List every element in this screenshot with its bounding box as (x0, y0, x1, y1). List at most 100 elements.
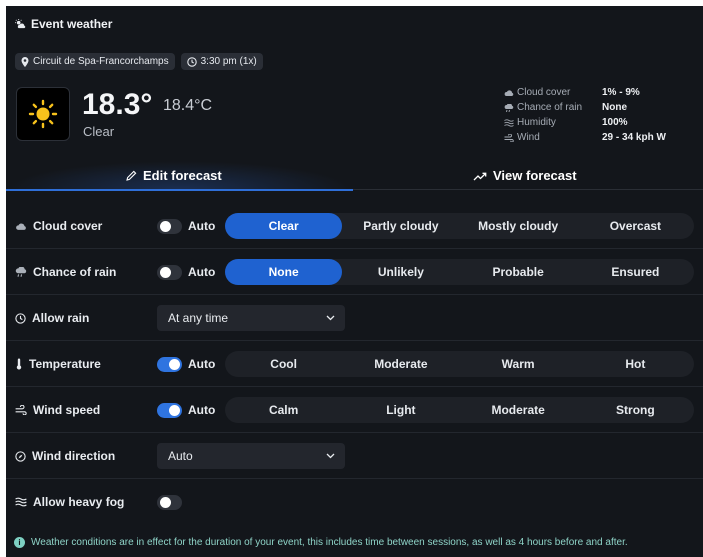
rain-cloud-icon (15, 267, 27, 277)
row-label-text: Allow rain (32, 311, 90, 325)
location-pin-icon (21, 56, 29, 67)
cloud-icon (504, 89, 514, 97)
tab-view-forecast[interactable]: View forecast (473, 161, 577, 190)
row-label-text: Wind direction (32, 449, 116, 463)
row-label-text: Chance of rain (33, 265, 117, 279)
temperature-selector: Cool Moderate Warm Hot (225, 351, 694, 377)
stat-label-text: Humidity (517, 117, 556, 128)
time-chip: 3:30 pm (1x) (180, 53, 263, 70)
trend-up-icon (473, 171, 487, 181)
temperature-auto-toggle[interactable] (157, 357, 182, 372)
panel-title: Event weather (15, 17, 112, 31)
active-tab-indicator (6, 189, 353, 191)
stat-value: None (602, 102, 627, 113)
row-label-text: Allow heavy fog (33, 495, 125, 509)
stat-chance-of-rain: Chance of rain None (504, 100, 666, 115)
option-none[interactable]: None (225, 259, 343, 285)
fog-icon (15, 497, 27, 507)
option-light[interactable]: Light (342, 397, 459, 423)
auto-label: Auto (188, 357, 216, 371)
tab-edit-forecast[interactable]: Edit forecast (126, 161, 222, 190)
cloud-icon (15, 222, 27, 231)
wind-direction-dropdown[interactable]: Auto (157, 443, 345, 469)
cloud-cover-selector: Clear Partly cloudy Mostly cloudy Overca… (225, 213, 694, 239)
sun-cloud-icon (15, 18, 26, 30)
option-moderate[interactable]: Moderate (460, 397, 577, 423)
weather-stats: Cloud cover 1% - 9% Chance of rain None … (504, 85, 666, 145)
wind-speed-selector: Calm Light Moderate Strong (225, 397, 694, 423)
dropdown-value: Auto (168, 449, 193, 463)
stat-cloud-cover: Cloud cover 1% - 9% (504, 85, 666, 100)
allow-rain-row: Allow rain At any time (6, 295, 703, 341)
auto-label: Auto (188, 403, 216, 417)
auto-label: Auto (188, 219, 216, 233)
option-clear[interactable]: Clear (225, 213, 343, 239)
stat-wind: Wind 29 - 34 kph W (504, 130, 666, 145)
option-strong[interactable]: Strong (577, 397, 694, 423)
chance-of-rain-row: Chance of rain Auto None Unlikely Probab… (6, 249, 703, 295)
info-icon: i (14, 537, 25, 548)
weather-icon-box (16, 87, 70, 141)
wind-direction-row: Wind direction Auto (6, 433, 703, 479)
event-time: 3:30 pm (1x) (200, 56, 257, 67)
stat-humidity: Humidity 100% (504, 115, 666, 130)
option-unlikely[interactable]: Unlikely (342, 259, 459, 285)
option-ensured[interactable]: Ensured (577, 259, 694, 285)
row-label-text: Cloud cover (33, 219, 103, 233)
stat-value: 100% (602, 117, 628, 128)
pencil-icon (126, 170, 137, 181)
temperature-primary: 18.3° (82, 88, 153, 121)
stat-label-text: Chance of rain (517, 102, 583, 113)
option-overcast[interactable]: Overcast (577, 213, 694, 239)
option-partly-cloudy[interactable]: Partly cloudy (342, 213, 459, 239)
sun-icon (28, 99, 58, 129)
humidity-icon (504, 118, 514, 127)
temperature-secondary: 18.4°C (163, 97, 213, 114)
chance-of-rain-auto-toggle[interactable] (157, 265, 182, 280)
thermometer-icon (15, 358, 23, 370)
event-info-chips: Circuit de Spa-Francorchamps 3:30 pm (1x… (15, 53, 263, 70)
clock-icon (15, 312, 26, 324)
option-probable[interactable]: Probable (460, 259, 577, 285)
stat-value: 29 - 34 kph W (602, 132, 666, 143)
info-footer: i Weather conditions are in effect for t… (14, 537, 628, 548)
row-label-text: Temperature (29, 357, 101, 371)
option-mostly-cloudy[interactable]: Mostly cloudy (460, 213, 577, 239)
tab-label: View forecast (493, 168, 577, 183)
clock-icon (186, 56, 197, 67)
dropdown-value: At any time (168, 311, 229, 325)
footer-note: Weather conditions are in effect for the… (31, 537, 628, 548)
wind-icon (15, 405, 27, 415)
option-cool[interactable]: Cool (225, 351, 342, 377)
option-calm[interactable]: Calm (225, 397, 342, 423)
tab-label: Edit forecast (143, 168, 222, 183)
current-condition: Clear (83, 124, 115, 139)
panel-title-text: Event weather (31, 17, 113, 31)
cloud-cover-auto-toggle[interactable] (157, 219, 182, 234)
temperature-row: Temperature Auto Cool Moderate Warm Hot (6, 341, 703, 387)
compass-icon (15, 450, 26, 462)
auto-label: Auto (188, 265, 216, 279)
chance-of-rain-selector: None Unlikely Probable Ensured (225, 259, 694, 285)
chevron-down-icon (326, 453, 335, 459)
heavy-fog-row: Allow heavy fog (6, 479, 703, 525)
forecast-tabs: Edit forecast View forecast (6, 161, 703, 191)
option-moderate[interactable]: Moderate (342, 351, 459, 377)
stat-label-text: Wind (517, 132, 540, 143)
event-weather-panel: Event weather Circuit de Spa-Francorcham… (6, 6, 703, 557)
heavy-fog-toggle[interactable] (157, 495, 182, 510)
row-label-text: Wind speed (33, 403, 101, 417)
stat-label-text: Cloud cover (517, 87, 571, 98)
wind-speed-auto-toggle[interactable] (157, 403, 182, 418)
rain-cloud-icon (504, 103, 514, 112)
track-chip: Circuit de Spa-Francorchamps (15, 53, 175, 70)
option-warm[interactable]: Warm (460, 351, 577, 377)
track-name: Circuit de Spa-Francorchamps (33, 56, 169, 67)
wind-speed-row: Wind speed Auto Calm Light Moderate Stro… (6, 387, 703, 433)
allow-rain-dropdown[interactable]: At any time (157, 305, 345, 331)
cloud-cover-row: Cloud cover Auto Clear Partly cloudy Mos… (6, 203, 703, 249)
stat-value: 1% - 9% (602, 87, 640, 98)
chevron-down-icon (326, 315, 335, 321)
wind-icon (504, 133, 514, 142)
option-hot[interactable]: Hot (577, 351, 694, 377)
